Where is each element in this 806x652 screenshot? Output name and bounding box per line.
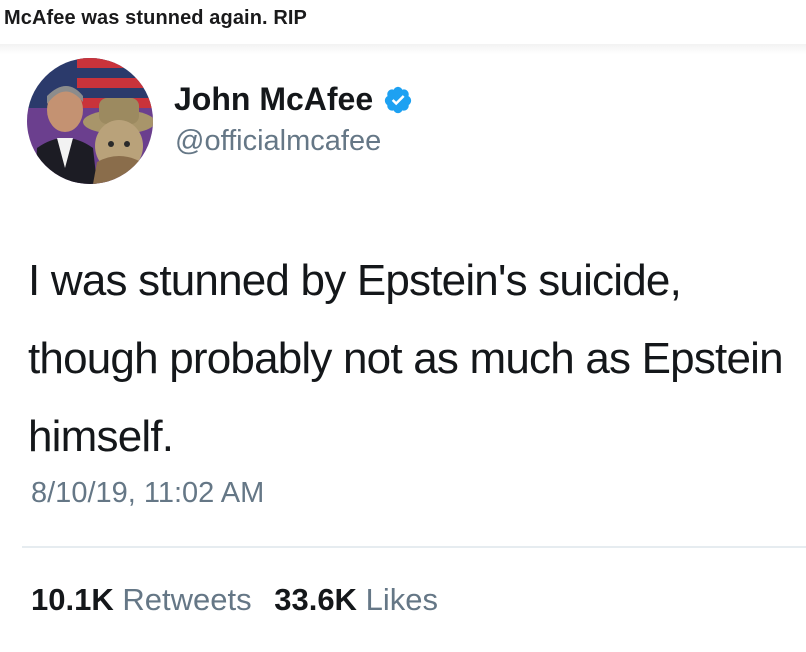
- avatar[interactable]: [27, 58, 153, 184]
- verified-badge-icon: [385, 86, 412, 113]
- card-top-shadow: [0, 44, 806, 54]
- author-name-row[interactable]: John McAfee: [174, 81, 413, 118]
- meme-post: McAfee was stunned again. RIP John McAfe…: [0, 0, 806, 652]
- likes-stat[interactable]: 33.6K Likes: [274, 582, 438, 617]
- tweet-text: I was stunned by Epstein's suicide, thou…: [28, 256, 784, 461]
- retweets-label: Retweets: [122, 582, 252, 617]
- retweets-stat[interactable]: 10.1K Retweets: [31, 582, 252, 617]
- avatar-image: [27, 58, 153, 184]
- engagement-stats: 10.1K Retweets 33.6K Likes: [31, 582, 438, 618]
- display-name[interactable]: John McAfee: [174, 81, 373, 118]
- tweet-timestamp[interactable]: 8/10/19, 11:02 AM: [31, 477, 264, 510]
- divider: [22, 546, 806, 548]
- retweets-count: 10.1K: [31, 582, 114, 617]
- likes-label: Likes: [365, 582, 438, 617]
- post-caption: McAfee was stunned again. RIP: [4, 7, 307, 29]
- user-handle[interactable]: @officialmcafee: [175, 125, 381, 158]
- likes-count: 33.6K: [274, 582, 357, 617]
